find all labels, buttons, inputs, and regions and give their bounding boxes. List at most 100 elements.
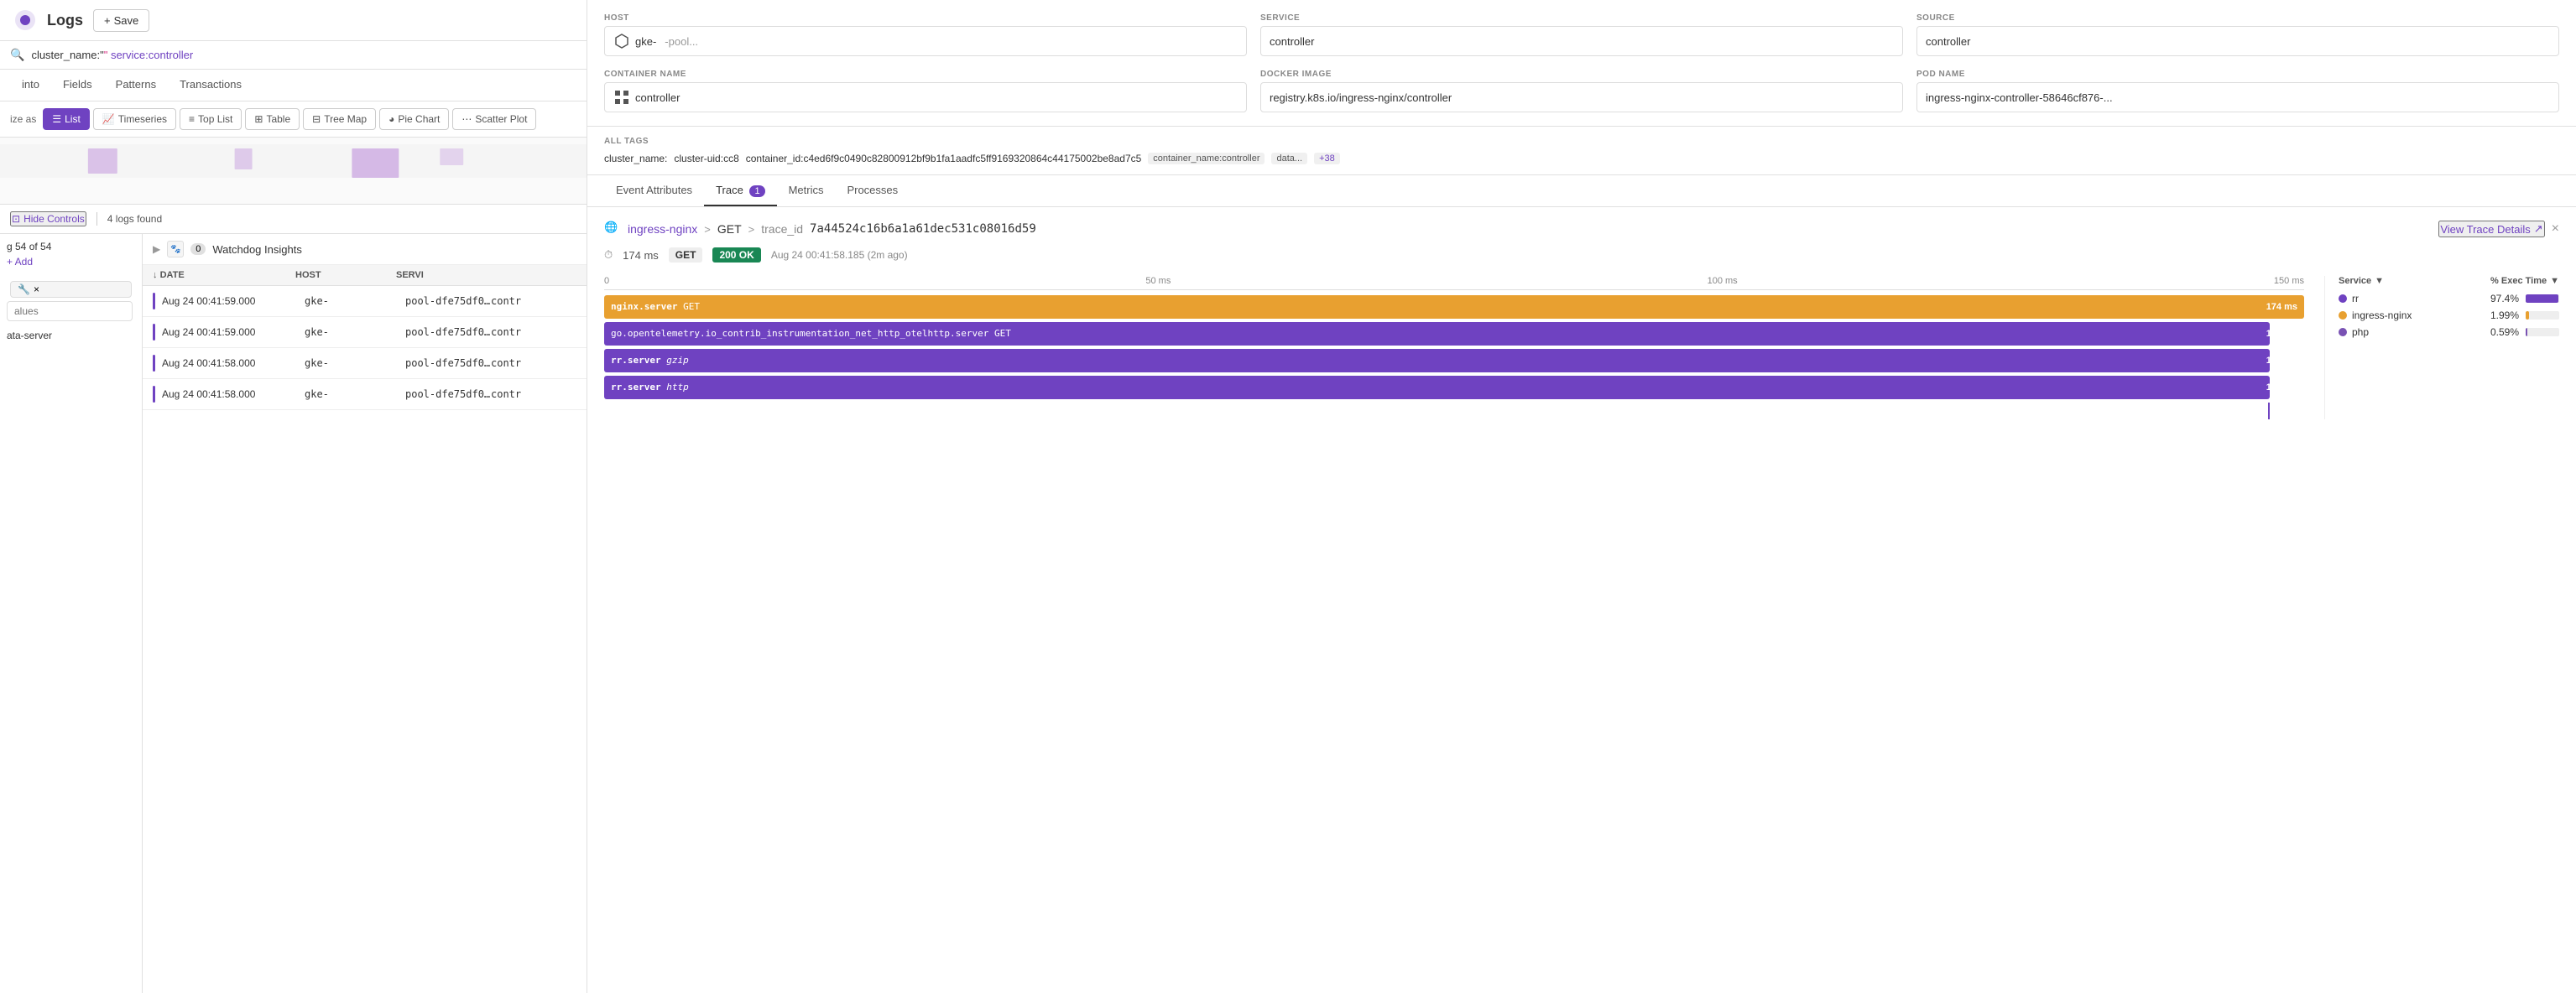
- tag-data: data...: [1271, 153, 1307, 164]
- clock-icon: ⏱: [604, 248, 613, 262]
- span-row-gzip[interactable]: rr.server gzip 171 ms: [604, 349, 2304, 372]
- source-label: SOURCE: [1916, 13, 2559, 23]
- search-bar[interactable]: 🔍 cluster_name:"" service:controller: [0, 41, 587, 70]
- service-bar-fill-php: [2526, 328, 2527, 336]
- log-service: contr: [491, 357, 576, 369]
- tab-fields[interactable]: Fields: [51, 70, 104, 101]
- service-pct-rr: 97.4%: [2490, 293, 2519, 304]
- treemap-icon: ⊟: [312, 113, 321, 125]
- service-bar-ingress: [2526, 311, 2559, 320]
- trace-id-label: trace_id: [761, 222, 803, 236]
- trace-meta: ⏱ 174 ms GET 200 OK Aug 24 00:41:58.185 …: [604, 247, 2559, 263]
- table-row[interactable]: Aug 24 00:41:59.000 gke- pool-dfe75df0..…: [143, 286, 587, 317]
- docker-image-label: DOCKER IMAGE: [1260, 70, 1903, 79]
- col-date-header: ↓ DATE: [153, 270, 295, 280]
- source-field: SOURCE controller: [1916, 13, 2559, 56]
- detail-header: HOST gke- -pool... SERVICE controller SO…: [587, 0, 2576, 127]
- save-button[interactable]: + Save: [93, 9, 149, 32]
- external-link-icon: ↗: [2534, 222, 2543, 236]
- log-date: Aug 24 00:41:59.000: [162, 295, 305, 307]
- table-row[interactable]: Aug 24 00:41:58.000 gke- pool-dfe75df0..…: [143, 379, 587, 410]
- service-name-ingress: ingress-nginx: [2339, 309, 2490, 321]
- toplist-icon: ≡: [189, 113, 195, 125]
- tab-metrics[interactable]: Metrics: [777, 175, 836, 206]
- all-tags-label: ALL TAGS: [604, 137, 2559, 146]
- pie-icon: ◕: [388, 113, 394, 125]
- tag-more-button[interactable]: +38: [1314, 153, 1340, 164]
- logs-found-label: 4 logs found: [107, 213, 162, 225]
- detail-tabs: Event Attributes Trace 1 Metrics Process…: [587, 175, 2576, 207]
- span-label-nginx: nginx.server GET: [611, 295, 700, 319]
- viz-treemap-button[interactable]: ⊟ Tree Map: [303, 108, 376, 130]
- tags-row: cluster_name: cluster-uid:cc8 container_…: [604, 153, 2559, 164]
- service-value: controller: [1260, 26, 1903, 56]
- watchdog-badge: 0: [190, 243, 206, 255]
- span-row-otelhttp[interactable]: go.opentelemetry.io_contrib_instrumentat…: [604, 322, 2304, 346]
- tab-patterns[interactable]: Patterns: [104, 70, 168, 101]
- facets-count: g 54 of 54: [7, 241, 135, 252]
- plus-icon: +: [104, 14, 111, 27]
- span-duration-nginx: 174 ms: [2266, 295, 2297, 319]
- table-header: ↓ DATE HOST SERVI: [143, 265, 587, 286]
- viz-timeseries-button[interactable]: 📈 Timeseries: [93, 108, 176, 130]
- facets-panel: g 54 of 54 + Add 🔧 × ata-server: [0, 234, 143, 993]
- search-icon: 🔍: [10, 48, 24, 62]
- host-label: HOST: [604, 13, 1247, 23]
- log-host: gke-: [305, 388, 405, 400]
- viz-piechart-button[interactable]: ◕ Pie Chart: [379, 108, 449, 130]
- span-bar-http: [604, 376, 2270, 399]
- trace-header: 🌐 ingress-nginx > GET > trace_id 7a44524…: [604, 221, 2559, 237]
- sort-icon: ↓: [153, 270, 158, 280]
- span-duration-otelhttp: 171 ms: [2266, 322, 2297, 346]
- viz-table-button[interactable]: ⊞ Table: [245, 108, 300, 130]
- add-facet-button[interactable]: + Add: [7, 256, 135, 268]
- sort-icon-exec: ▼: [2550, 276, 2559, 286]
- trace-arrow-1: >: [704, 223, 711, 236]
- service-col-label: Service ▼: [2339, 276, 2384, 286]
- service-legend-row-ingress: ingress-nginx 1.99%: [2339, 309, 2559, 321]
- tab-trace[interactable]: Trace 1: [704, 175, 777, 206]
- log-host: gke-: [305, 326, 405, 338]
- span-row-nginx[interactable]: nginx.server GET 174 ms: [604, 295, 2304, 319]
- values-input[interactable]: [7, 301, 133, 321]
- close-trace-button[interactable]: ×: [2552, 221, 2559, 237]
- hide-controls-button[interactable]: ⊡ Hide Controls: [10, 211, 86, 226]
- table-row[interactable]: Aug 24 00:41:58.000 gke- pool-dfe75df0..…: [143, 348, 587, 379]
- header-bar: Logs + Save: [0, 0, 587, 41]
- service-bar-rr: [2526, 294, 2559, 303]
- host-value: gke- -pool...: [604, 26, 1247, 56]
- table-icon: ⊞: [254, 113, 263, 125]
- span-duration-gzip: 171 ms: [2266, 349, 2297, 372]
- service-dot-rr: [2339, 294, 2347, 303]
- container-name-value: controller: [604, 82, 1247, 112]
- service-bar-fill-rr: [2526, 294, 2558, 303]
- hex-icon: [613, 33, 630, 49]
- visualize-bar: ize as ☰ List 📈 Timeseries ≡ Top List ⊞ …: [0, 101, 587, 138]
- view-trace-button[interactable]: View Trace Details ↗: [2438, 221, 2544, 237]
- tab-event-attributes[interactable]: Event Attributes: [604, 175, 704, 206]
- log-indicator: [153, 293, 155, 309]
- service-pct-php: 0.59%: [2490, 326, 2519, 338]
- trace-duration: 174 ms: [623, 249, 659, 262]
- viz-scatter-button[interactable]: ⋯ Scatter Plot: [452, 108, 536, 130]
- status-badge: 200 OK: [712, 247, 760, 263]
- trace-timestamp: Aug 24 00:41:58.185 (2m ago): [771, 249, 908, 261]
- log-date: Aug 24 00:41:58.000: [162, 388, 305, 400]
- viz-toplist-button[interactable]: ≡ Top List: [180, 108, 242, 130]
- tag-cluster-name: cluster_name:: [604, 153, 667, 164]
- tab-into[interactable]: into: [10, 70, 51, 101]
- span-bar-gzip: [604, 349, 2270, 372]
- visualize-label: ize as: [10, 113, 36, 125]
- span-row-http[interactable]: rr.server http 171 ms: [604, 376, 2304, 399]
- table-row[interactable]: Aug 24 00:41:59.000 gke- pool-dfe75df0..…: [143, 317, 587, 348]
- viz-list-button[interactable]: ☰ List: [43, 108, 89, 130]
- method-badge: GET: [669, 247, 703, 263]
- close-chip-button[interactable]: ×: [34, 283, 39, 295]
- legend-header: Service ▼ % Exec Time ▼: [2339, 276, 2559, 286]
- tab-transactions[interactable]: Transactions: [168, 70, 253, 101]
- scatter-icon: ⋯: [461, 113, 472, 125]
- app-logo: [13, 8, 37, 32]
- tab-processes[interactable]: Processes: [835, 175, 910, 206]
- watchdog-row[interactable]: ▶ 🐾 0 Watchdog Insights: [143, 234, 587, 265]
- host-field: HOST gke- -pool...: [604, 13, 1247, 56]
